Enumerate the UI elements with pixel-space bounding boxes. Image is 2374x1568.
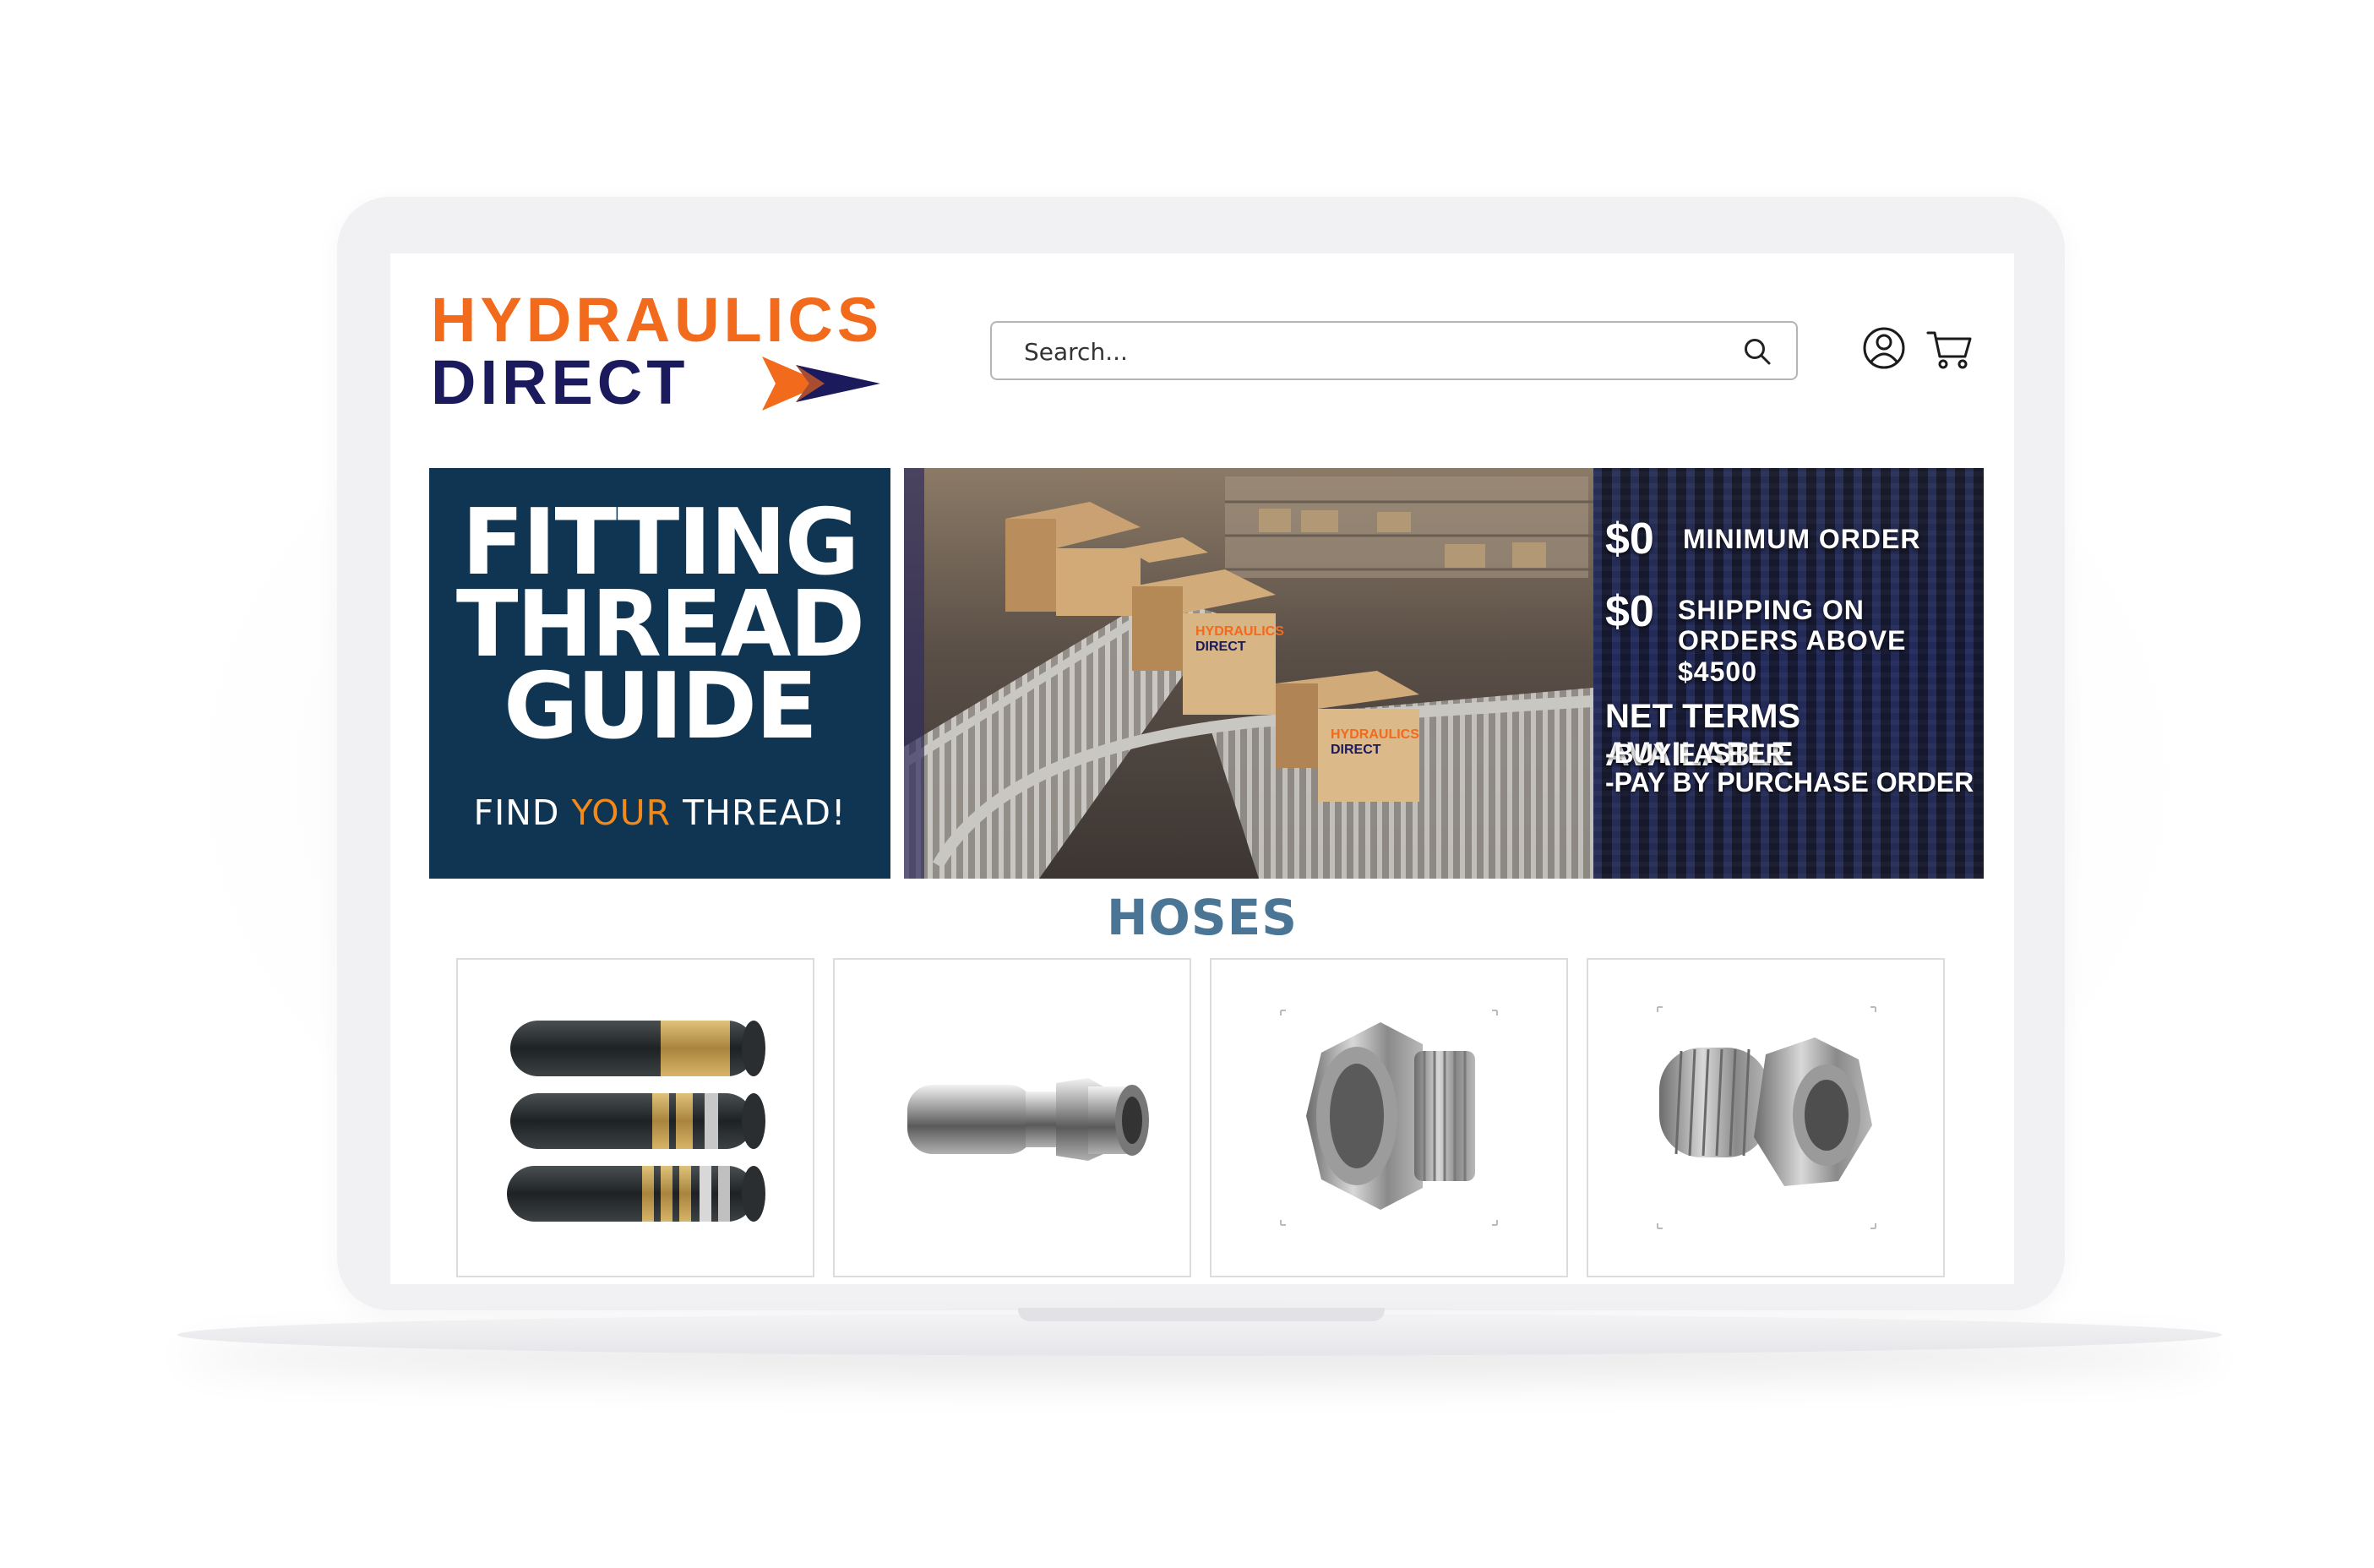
reducer-bushing-image — [1657, 1006, 1876, 1229]
product-card-fitting[interactable] — [833, 958, 1191, 1277]
warehouse-conveyor-banner[interactable]: HYDRAULICS DIRECT HYDRAULICS DIRECT — [904, 468, 1593, 879]
thread-guide-title: FITTING THREAD GUIDE — [429, 498, 890, 760]
thread-guide-subtitle: FIND YOUR THREAD! — [429, 792, 890, 833]
product-card-reducer[interactable] — [1587, 958, 1945, 1277]
logo-line1: HYDRAULICS — [431, 285, 884, 355]
warehouse-conveyor-image: HYDRAULICS DIRECT HYDRAULICS DIRECT — [904, 468, 1593, 879]
subtitle-part: THREAD! — [671, 792, 847, 833]
account-icon[interactable] — [1862, 326, 1906, 370]
thread-guide-title-line: GUIDE — [504, 654, 818, 760]
net-terms-item: -BUY FASTER — [1605, 738, 1785, 769]
search-input[interactable] — [1022, 333, 1718, 370]
shipping-label-2: ORDERS ABOVE $4500 — [1678, 625, 1907, 687]
shipping-label-1: SHIPPING ON — [1678, 595, 1865, 625]
browser-screen: HYDRAULICS DIRECT FITTING THREAD GUIDE F… — [390, 253, 2014, 1284]
hex-bushing-image — [1280, 1010, 1498, 1226]
subtitle-accent: YOUR — [571, 792, 672, 833]
product-card-bushing[interactable] — [1210, 958, 1568, 1277]
site-logo[interactable]: HYDRAULICS DIRECT — [431, 289, 921, 416]
thread-guide-banner[interactable]: FITTING THREAD GUIDE FIND YOUR THREAD! — [429, 468, 890, 879]
min-order-amount: $0 — [1605, 514, 1654, 564]
section-title: HOSES — [1106, 889, 1298, 946]
hydraulic-hose-image — [507, 1021, 765, 1222]
box-label-line2: DIRECT — [1195, 640, 1246, 654]
box-label-line2: DIRECT — [1331, 743, 1381, 757]
search-bar[interactable] — [990, 321, 1798, 380]
box-label-line1: HYDRAULICS — [1331, 727, 1419, 742]
logo-arrow-icon — [762, 357, 880, 411]
laptop-notch — [1018, 1308, 1385, 1321]
min-order-label: MINIMUM ORDER — [1683, 524, 1921, 554]
cart-icon[interactable] — [1926, 328, 1974, 370]
logo-line2: DIRECT — [431, 347, 689, 417]
promo-banner[interactable]: $0 MINIMUM ORDER $0 SHIPPING ON ORDERS A… — [1593, 468, 1984, 879]
hose-fitting-image — [907, 1078, 1149, 1161]
search-icon[interactable] — [1742, 336, 1772, 367]
subtitle-part: FIND — [473, 792, 572, 833]
shipping-amount: $0 — [1605, 587, 1654, 636]
net-terms-item: -PAY BY PURCHASE ORDER — [1605, 767, 1974, 798]
box-label-line1: HYDRAULICS — [1195, 624, 1284, 639]
product-card-hose[interactable] — [456, 958, 814, 1277]
